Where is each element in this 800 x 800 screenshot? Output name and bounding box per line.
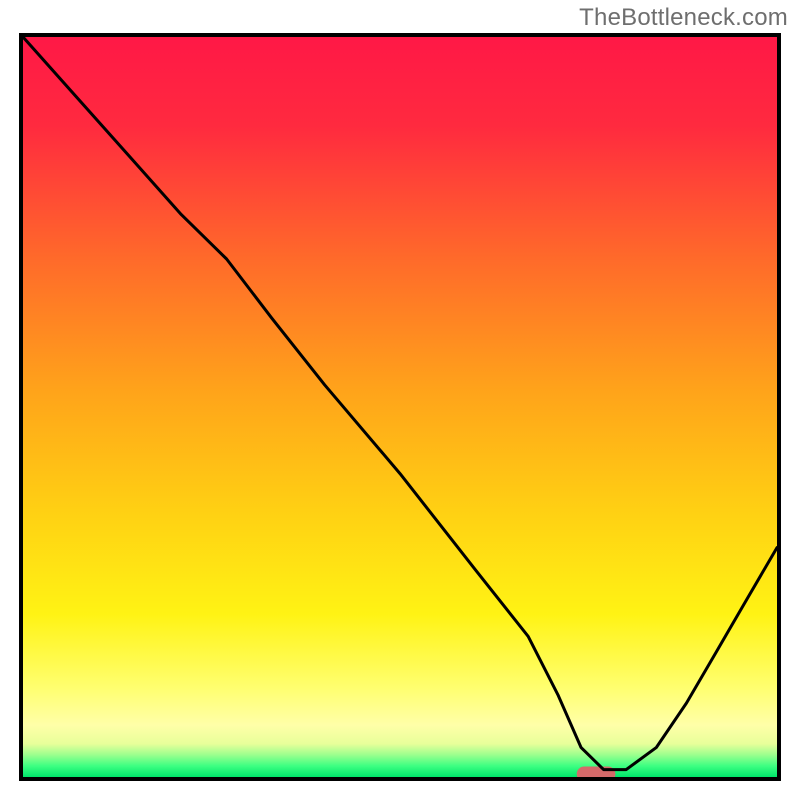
line-chart	[19, 33, 781, 781]
plot-background	[23, 37, 777, 777]
watermark-text: TheBottleneck.com	[579, 4, 788, 32]
chart-container: TheBottleneck.com	[0, 0, 800, 800]
chart-svg	[19, 33, 781, 781]
